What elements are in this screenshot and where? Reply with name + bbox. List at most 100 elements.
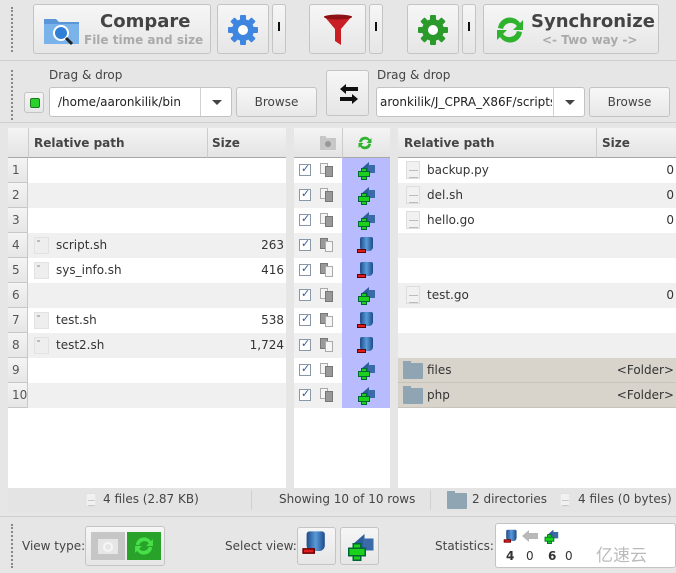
- right-table-row[interactable]: [398, 258, 676, 283]
- left-table-row[interactable]: 1: [8, 158, 286, 183]
- filter-dropdown[interactable]: [369, 4, 383, 54]
- left-path-combobox[interactable]: /home/aaronkilik/bin: [49, 87, 232, 117]
- middle-table-row: [294, 158, 342, 183]
- row-checkbox[interactable]: [299, 162, 311, 176]
- right-path-dropdown[interactable]: [553, 88, 584, 116]
- right-table-row[interactable]: del.sh 0: [398, 183, 676, 208]
- middle-table-row: [294, 308, 342, 333]
- select-view-delete-button[interactable]: [297, 527, 336, 565]
- delete-icon: [503, 529, 518, 544]
- row-checkbox[interactable]: [299, 212, 311, 226]
- right-header-relative-path[interactable]: Relative path: [398, 128, 596, 158]
- middle-table-row: [294, 283, 342, 308]
- file-name: files: [427, 363, 452, 377]
- right-table-row[interactable]: [398, 308, 676, 333]
- row-number: 10: [8, 383, 28, 408]
- script-file-icon: [34, 337, 49, 354]
- left-header-size[interactable]: Size: [207, 128, 286, 158]
- right-table-row[interactable]: php <Folder>: [398, 383, 676, 408]
- statistics-label: Statistics:: [435, 539, 494, 553]
- stat-create-count: 6: [548, 549, 557, 563]
- copy-left-action-icon[interactable]: [357, 387, 375, 405]
- view-type-sync-button[interactable]: [127, 532, 161, 560]
- right-table-row[interactable]: backup.py 0: [398, 158, 676, 183]
- right-table-row[interactable]: [398, 333, 676, 358]
- middle-table-row: [294, 233, 342, 258]
- view-type-compare-button[interactable]: [91, 532, 125, 560]
- copy-left-action-icon[interactable]: [357, 162, 375, 180]
- watermark: 亿速云: [596, 546, 647, 566]
- sync-column-icon[interactable]: [357, 135, 373, 151]
- right-browse-button[interactable]: Browse: [589, 87, 670, 117]
- right-table-row[interactable]: [398, 233, 676, 258]
- left-table-row[interactable]: 7 test.sh 538: [8, 308, 286, 333]
- row-checkbox[interactable]: [299, 287, 311, 301]
- folder-icon: [403, 361, 423, 379]
- select-view-create-left-button[interactable]: [340, 527, 379, 565]
- stat-delete-count: 4: [506, 549, 515, 563]
- compare-column-icon[interactable]: [320, 136, 336, 150]
- compare-settings-button[interactable]: [217, 4, 269, 54]
- left-table-row[interactable]: 10: [8, 383, 286, 408]
- file-size: 1,724: [249, 338, 284, 352]
- row-checkbox[interactable]: [299, 362, 311, 376]
- left-table-row[interactable]: 5 sys_info.sh 416: [8, 258, 286, 283]
- bottom-grip[interactable]: [11, 524, 14, 568]
- row-checkbox[interactable]: [299, 237, 311, 251]
- left-only-category-icon: [320, 338, 334, 352]
- right-path-combobox[interactable]: aronkilik/J_CPRA_X86F/scripts: [376, 87, 585, 117]
- swap-sides-button[interactable]: [326, 70, 369, 116]
- left-table-row[interactable]: 8 test2.sh 1,724: [8, 333, 286, 358]
- filter-button[interactable]: [309, 4, 366, 54]
- copy-left-action-icon[interactable]: [357, 362, 375, 380]
- file-name: script.sh: [56, 238, 108, 252]
- row-checkbox[interactable]: [299, 262, 311, 276]
- row-checkbox[interactable]: [299, 187, 311, 201]
- copy-left-icon: [347, 534, 374, 561]
- left-path-dropdown[interactable]: [200, 88, 231, 116]
- compare-settings-dropdown[interactable]: [272, 4, 286, 54]
- left-header-relative-path[interactable]: Relative path: [28, 128, 207, 158]
- row-checkbox[interactable]: [299, 387, 311, 401]
- right-table-row[interactable]: test.go 0: [398, 283, 676, 308]
- left-table-row[interactable]: 6: [8, 283, 286, 308]
- left-table-row[interactable]: 2: [8, 183, 286, 208]
- toolbar-separator: [0, 60, 676, 61]
- synchronize-button[interactable]: Synchronize <- Two way ->: [483, 4, 659, 54]
- sync-arrows-icon: [135, 537, 153, 555]
- overwrite-left-icon: [522, 530, 538, 542]
- copy-left-action-icon[interactable]: [357, 287, 375, 305]
- copy-left-action-icon[interactable]: [357, 212, 375, 230]
- left-table-row[interactable]: 9: [8, 358, 286, 383]
- delete-left-action-icon[interactable]: [357, 312, 375, 330]
- file-icon: [559, 493, 571, 507]
- row-checkbox[interactable]: [299, 312, 311, 326]
- right-file-grid: Relative path Size backup.py 0 del.sh 0 he…: [398, 128, 676, 488]
- right-table-row[interactable]: files <Folder>: [398, 358, 676, 383]
- sync-settings-button[interactable]: [407, 4, 459, 54]
- left-table-row[interactable]: 3: [8, 208, 286, 233]
- left-browse-button[interactable]: Browse: [236, 87, 317, 117]
- right-only-category-icon: [320, 288, 334, 302]
- pathbar-grip[interactable]: [11, 70, 14, 120]
- right-header-size[interactable]: Size: [596, 128, 676, 158]
- text-file-icon: [406, 161, 420, 179]
- left-path-input[interactable]: /home/aaronkilik/bin: [58, 95, 198, 109]
- right-table-row[interactable]: hello.go 0: [398, 208, 676, 233]
- copy-left-action-icon[interactable]: [357, 187, 375, 205]
- add-folder-pair-button[interactable]: [24, 92, 44, 113]
- toolbar-grip[interactable]: [11, 7, 14, 52]
- delete-left-action-icon[interactable]: [357, 237, 375, 255]
- left-files-summary: 4 files (2.87 KB): [103, 492, 199, 506]
- compare-button[interactable]: Compare File time and size: [33, 4, 211, 54]
- delete-left-action-icon[interactable]: [357, 262, 375, 280]
- file-name: hello.go: [427, 213, 475, 227]
- middle-grid-header: [294, 128, 390, 158]
- row-checkbox[interactable]: [299, 337, 311, 351]
- sync-settings-dropdown[interactable]: [462, 4, 476, 54]
- right-path-input[interactable]: aronkilik/J_CPRA_X86F/scripts: [380, 95, 552, 109]
- compare-title: Compare: [100, 11, 191, 32]
- left-table-row[interactable]: 4 script.sh 263: [8, 233, 286, 258]
- delete-left-action-icon[interactable]: [357, 337, 375, 355]
- delete-icon: [302, 531, 327, 556]
